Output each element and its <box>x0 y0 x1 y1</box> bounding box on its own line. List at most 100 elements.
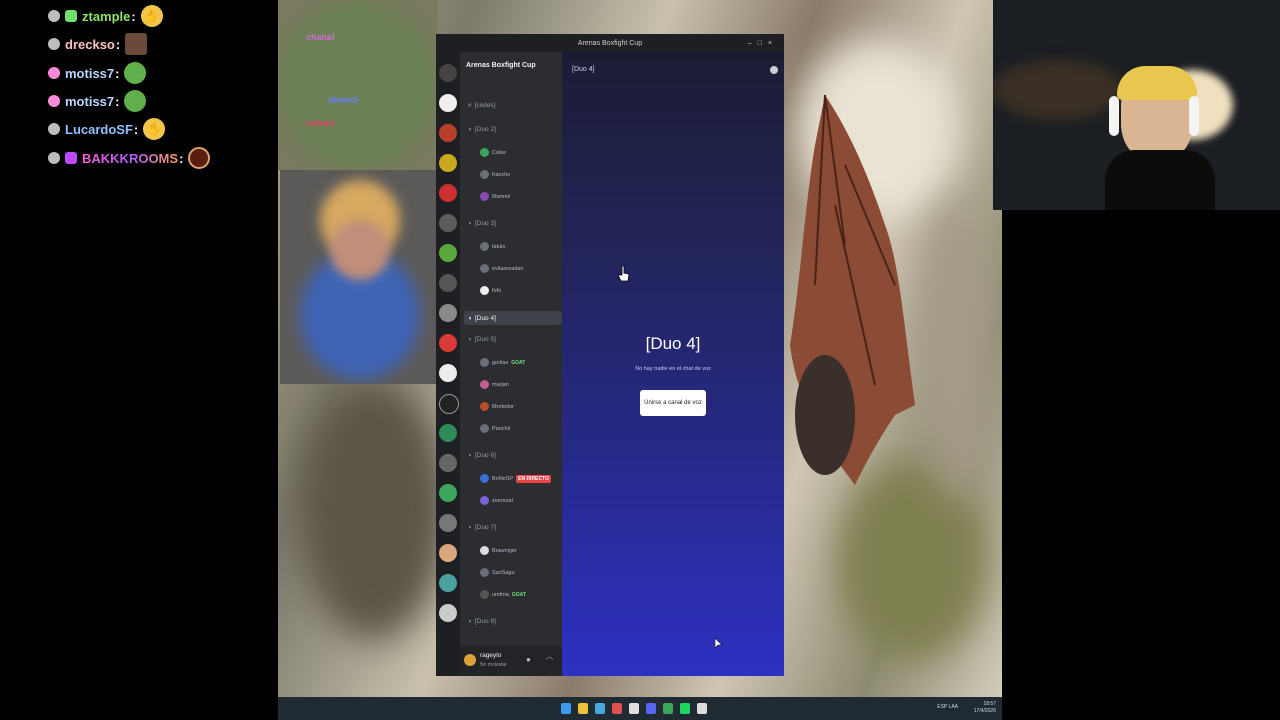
avatar[interactable] <box>464 654 476 666</box>
taskbar-clock[interactable]: 18:57 17/4/2026 <box>974 701 996 715</box>
app-icon[interactable] <box>697 703 707 714</box>
server-icon[interactable] <box>439 454 457 472</box>
chat-message: motiss7 : <box>48 89 147 113</box>
server-icon[interactable] <box>439 184 457 202</box>
voice-user[interactable]: Panchii <box>480 424 510 433</box>
server-icon[interactable] <box>439 154 457 172</box>
chat-message: BAKKKROOMS : <box>48 146 211 170</box>
server-icon[interactable] <box>439 364 457 382</box>
hand-cursor-icon <box>618 266 630 282</box>
chat-username: ztample <box>82 8 131 24</box>
server-icon[interactable] <box>439 424 457 442</box>
user-badge-icon <box>48 123 60 135</box>
emote-icon <box>188 147 211 169</box>
user-badge-icon <box>48 38 60 50</box>
discord-window: Arenas Boxfight Cup –□× Arenas Boxfight … <box>436 34 784 676</box>
channel-duo-3[interactable]: ◖ [Duo 3] <box>468 220 560 227</box>
speaker-icon: ◖ <box>468 524 472 531</box>
explorer-icon[interactable] <box>578 703 588 714</box>
server-icon[interactable] <box>439 514 457 532</box>
language-indicator[interactable]: ESP LAA <box>937 704 958 710</box>
pointer-cursor-icon <box>715 638 723 649</box>
speaker-icon: ◖ <box>468 126 472 133</box>
server-icon[interactable] <box>439 574 457 592</box>
voice-user[interactable]: Marmol <box>480 192 510 201</box>
channel-codes[interactable]: # [codes] <box>468 102 560 109</box>
user-badge-icon <box>48 152 60 164</box>
server-icon[interactable] <box>439 64 457 82</box>
voice-user[interactable]: francho <box>480 170 510 179</box>
server-icon[interactable] <box>439 244 457 262</box>
face-emote-icon <box>125 33 148 55</box>
chat-message: drecksо : <box>48 32 148 56</box>
empty-voice-message: No hay nadie en el chat de voz <box>635 366 711 372</box>
chat-username: drecksо <box>65 36 115 52</box>
user-name: rageylo <box>480 652 502 659</box>
start-icon[interactable] <box>561 703 571 714</box>
chat-username: motiss7 <box>65 65 115 81</box>
voice-user[interactable]: evilaareadan <box>480 264 524 273</box>
voice-user[interactable]: SanSagu <box>480 568 515 577</box>
emote-icon: ✋ <box>143 118 166 140</box>
streamer-camera-small <box>280 170 438 384</box>
microphone-icon[interactable]: ● <box>526 655 531 664</box>
window-titlebar: Arenas Boxfight Cup –□× <box>436 34 784 52</box>
chat-icon[interactable] <box>770 66 778 74</box>
alert-text: volveit <box>306 118 335 128</box>
chat-overlay: ztample : ✋ drecksо : motiss7 : motiss7 … <box>0 0 278 720</box>
channel-header: [Duo 4] <box>572 66 595 73</box>
voice-user[interactable]: fofo <box>480 286 501 295</box>
server-icon[interactable] <box>439 544 457 562</box>
server-icon[interactable] <box>439 484 457 502</box>
app-icon[interactable] <box>595 703 605 714</box>
stream-alerts-panel: chanel volveit dinerol <box>278 0 438 170</box>
server-name[interactable]: Arenas Boxfight Cup <box>466 62 536 69</box>
channel-duo-4[interactable]: ◖ [Duo 4] <box>464 311 562 325</box>
server-list <box>436 52 460 676</box>
window-title: Arenas Boxfight Cup <box>577 39 643 47</box>
voice-user[interactable]: zoemoal <box>480 496 513 505</box>
voice-user[interactable]: umfma GOAT <box>480 590 526 599</box>
frog-badge-icon <box>65 10 77 22</box>
window-controls[interactable]: –□× <box>748 40 778 47</box>
spotify-icon[interactable] <box>680 703 690 714</box>
channel-duo-2[interactable]: ◖ [Duo 2] <box>468 126 560 133</box>
speaker-icon: ◖ <box>468 336 472 343</box>
user-badge-icon <box>48 67 60 79</box>
voice-user[interactable]: Colse <box>480 148 506 157</box>
voice-user[interactable]: gorilax GOAT <box>480 358 525 367</box>
channel-duo-7[interactable]: ◖ [Duo 7] <box>468 524 560 531</box>
join-voice-button[interactable]: Unirse a canal de voz <box>640 390 706 416</box>
app-icon[interactable] <box>663 703 673 714</box>
voice-user[interactable]: BnNeSP EN DIRECTO <box>480 474 551 483</box>
server-icon[interactable] <box>439 304 457 322</box>
server-icon[interactable] <box>439 94 457 112</box>
emote-icon: ✋ <box>140 5 163 27</box>
server-icon[interactable] <box>439 214 457 232</box>
channel-duo-5[interactable]: ◖ [Duo 5] <box>468 336 560 343</box>
speaker-icon: ◖ <box>468 618 472 625</box>
chat-username: motiss7 <box>65 93 115 109</box>
channel-duo-8[interactable]: ◖ [Duo 8] <box>468 618 560 625</box>
pepe-emote-icon <box>124 90 147 112</box>
server-icon[interactable] <box>439 334 457 352</box>
server-icon[interactable] <box>439 124 457 142</box>
voice-user[interactable]: marjan <box>480 380 509 389</box>
voice-user[interactable]: tatulo <box>480 242 505 251</box>
user-badge-icon <box>48 95 60 107</box>
server-icon[interactable] <box>439 604 457 622</box>
voice-user[interactable]: Brawniger <box>480 546 517 555</box>
discord-icon[interactable] <box>646 703 656 714</box>
server-icon[interactable] <box>439 394 459 414</box>
speaker-icon: ◖ <box>468 452 472 459</box>
server-icon[interactable] <box>439 274 457 292</box>
chat-message: ztample : ✋ <box>48 4 163 28</box>
chat-username: BAKKKROOMS <box>82 150 179 166</box>
app-icon[interactable] <box>612 703 622 714</box>
hash-icon: # <box>468 102 472 109</box>
channel-duo-6[interactable]: ◖ [Duo 6] <box>468 452 560 459</box>
voice-user[interactable]: Mortedor <box>480 402 514 411</box>
speaker-icon: ◖ <box>468 314 472 322</box>
headphones-icon[interactable]: ◠ <box>546 655 553 664</box>
chrome-icon[interactable] <box>629 703 639 714</box>
